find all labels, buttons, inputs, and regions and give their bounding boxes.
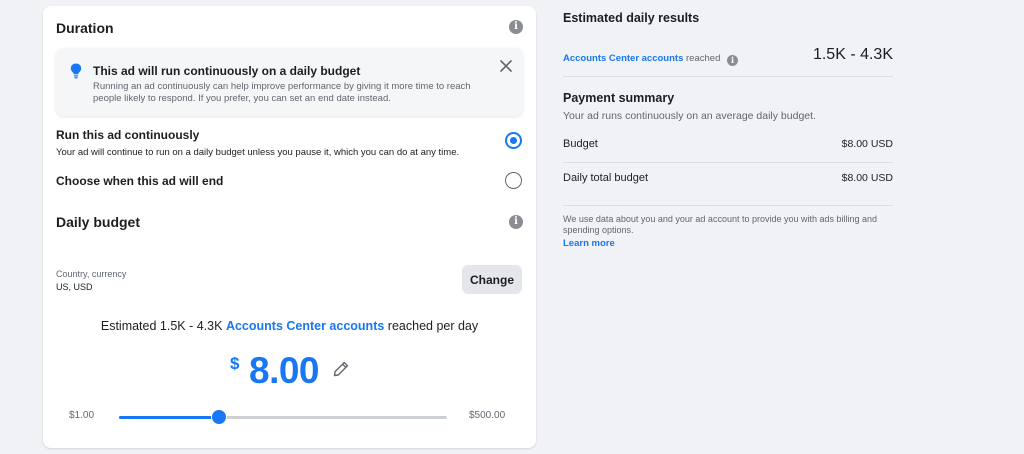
close-icon[interactable] bbox=[499, 59, 513, 73]
option-run-continuously-title[interactable]: Run this ad continuously bbox=[56, 128, 199, 142]
accounts-center-reach-link[interactable]: Accounts Center accounts bbox=[563, 53, 683, 64]
slider-min-label: $1.00 bbox=[69, 410, 95, 421]
continuous-budget-notice: This ad will run continuously on a daily… bbox=[56, 48, 523, 116]
estimated-results-title: Estimated daily results bbox=[563, 11, 700, 25]
lightbulb-icon bbox=[70, 63, 82, 79]
run-continuously-radio[interactable] bbox=[505, 132, 522, 149]
reach-suffix: reached bbox=[686, 53, 721, 64]
reach-info-icon[interactable]: i bbox=[727, 55, 738, 66]
currency-symbol: $ bbox=[230, 354, 240, 373]
payment-summary-description: Your ad runs continuously on an average … bbox=[563, 110, 816, 122]
reach-estimate: Estimated 1.5K - 4.3K Accounts Center ac… bbox=[43, 319, 536, 333]
daily-total-row-label: Daily total budget bbox=[563, 172, 648, 184]
daily-budget-title: Daily budget bbox=[56, 214, 141, 230]
budget-slider-track[interactable] bbox=[119, 416, 447, 419]
billing-note: We use data about you and your ad accoun… bbox=[563, 214, 878, 235]
estimate-prefix: Estimated 1.5K - 4.3K bbox=[100, 319, 223, 333]
reach-label: Accounts Center accounts reached i bbox=[563, 53, 738, 66]
duration-info-icon[interactable]: i bbox=[509, 20, 523, 34]
budget-slider-handle[interactable] bbox=[211, 409, 228, 425]
budget-value[interactable]: 8.00 bbox=[249, 350, 320, 392]
choose-end-radio[interactable] bbox=[505, 172, 522, 189]
payment-summary-title: Payment summary bbox=[563, 91, 675, 105]
budget-slider-fill bbox=[119, 416, 220, 419]
accounts-center-link[interactable]: Accounts Center accounts bbox=[226, 319, 384, 333]
option-run-continuously-description: Your ad will continue to run on a daily … bbox=[56, 147, 460, 158]
notice-body: Running an ad continuously can help impr… bbox=[93, 81, 471, 104]
estimate-suffix: reached per day bbox=[387, 319, 479, 333]
daily-budget-info-icon[interactable]: i bbox=[509, 215, 523, 229]
duration-title: Duration bbox=[56, 20, 114, 36]
budget-row-value: $8.00 USD bbox=[841, 138, 893, 150]
option-choose-end-title[interactable]: Choose when this ad will end bbox=[56, 174, 223, 188]
learn-more-link[interactable]: Learn more bbox=[563, 238, 615, 249]
notice-title: This ad will run continuously on a daily… bbox=[93, 64, 361, 78]
change-currency-button[interactable]: Change bbox=[462, 265, 522, 294]
budget-row-label: Budget bbox=[563, 138, 598, 150]
country-currency-label: Country, currency bbox=[56, 269, 127, 279]
divider bbox=[563, 76, 893, 77]
reach-value: 1.5K - 4.3K bbox=[812, 46, 893, 63]
pencil-icon[interactable] bbox=[332, 360, 350, 378]
divider bbox=[563, 162, 893, 163]
slider-max-label: $500.00 bbox=[469, 410, 506, 421]
daily-total-row-value: $8.00 USD bbox=[841, 172, 893, 184]
country-currency-value: US, USD bbox=[56, 282, 93, 292]
budget-schedule-card: Duration i This ad will run continuously… bbox=[43, 6, 536, 448]
divider bbox=[563, 205, 893, 206]
